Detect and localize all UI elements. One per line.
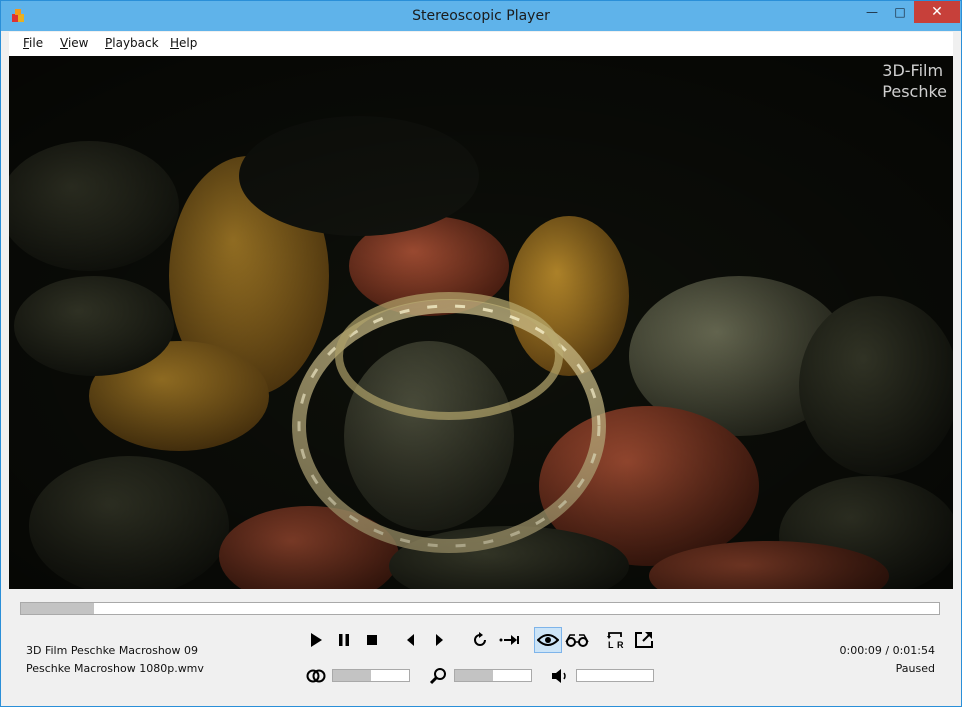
media-title: 3D Film Peschke Macroshow 09 [26,644,199,657]
next-icon [436,634,443,646]
speaker-icon [552,669,566,683]
swap-lr-button[interactable]: LR [605,629,627,651]
watermark-line-1: 3D-Film [882,61,944,80]
stereo-slider-fill [333,670,371,681]
loop-icon [474,632,486,646]
media-filename: Peschke Macroshow 1080p.wmv [26,662,204,675]
zoom-slider-fill [455,670,493,681]
volume-slider[interactable] [576,669,654,682]
glasses-icon [565,634,589,647]
minimize-button[interactable]: — [858,1,886,23]
maximize-button[interactable]: □ [886,1,914,23]
stereo-adjust-button[interactable] [305,665,327,687]
play-button[interactable] [305,629,327,651]
video-area[interactable]: 3D-Film Peschke [9,56,953,589]
menu-file[interactable]: File [23,36,43,50]
menu-help[interactable]: Help [170,36,197,50]
menu-playback[interactable]: Playback [105,36,159,50]
zoom-button[interactable] [427,665,449,687]
stereo-slider[interactable] [332,669,410,682]
menu-bar: File View Playback Help [9,32,953,56]
seek-progress [21,603,95,614]
previous-icon [407,634,414,646]
menu-view[interactable]: View [60,36,88,50]
eye-icon [537,634,559,646]
video-frame [9,56,953,589]
window-title: Stereoscopic Player [412,8,550,24]
pause-button[interactable] [333,629,355,651]
volume-button[interactable] [549,665,571,687]
pause-icon [339,634,349,646]
magnifier-icon [429,668,446,685]
skip-icon [499,635,519,645]
time-display: 0:00:09 / 0:01:54 [839,644,935,657]
app-window: Stereoscopic Player — □ ✕ File View Play… [0,0,962,707]
stop-icon [367,635,377,645]
previous-button[interactable] [400,629,422,651]
stereo-rings-icon [306,669,326,683]
next-button[interactable] [428,629,450,651]
watermark-line-2: Peschke [882,82,947,101]
fullscreen-button[interactable] [633,629,655,651]
preview-mode-button[interactable] [534,627,562,653]
seek-bar[interactable] [20,602,940,615]
playback-status: Paused [895,662,935,675]
fullscreen-icon [635,632,653,648]
stop-button[interactable] [361,629,383,651]
video-watermark: 3D-Film Peschke [882,60,947,102]
skip-button[interactable] [497,629,521,651]
svg-text:L: L [608,640,614,649]
loop-button[interactable] [469,629,491,651]
swap-lr-icon: LR [607,632,624,649]
svg-text:R: R [617,640,624,649]
zoom-slider[interactable] [454,669,532,682]
close-button[interactable]: ✕ [914,1,960,23]
title-bar[interactable]: Stereoscopic Player — □ ✕ [1,1,961,31]
play-icon [311,633,322,647]
stereo-glasses-button[interactable] [564,629,590,651]
